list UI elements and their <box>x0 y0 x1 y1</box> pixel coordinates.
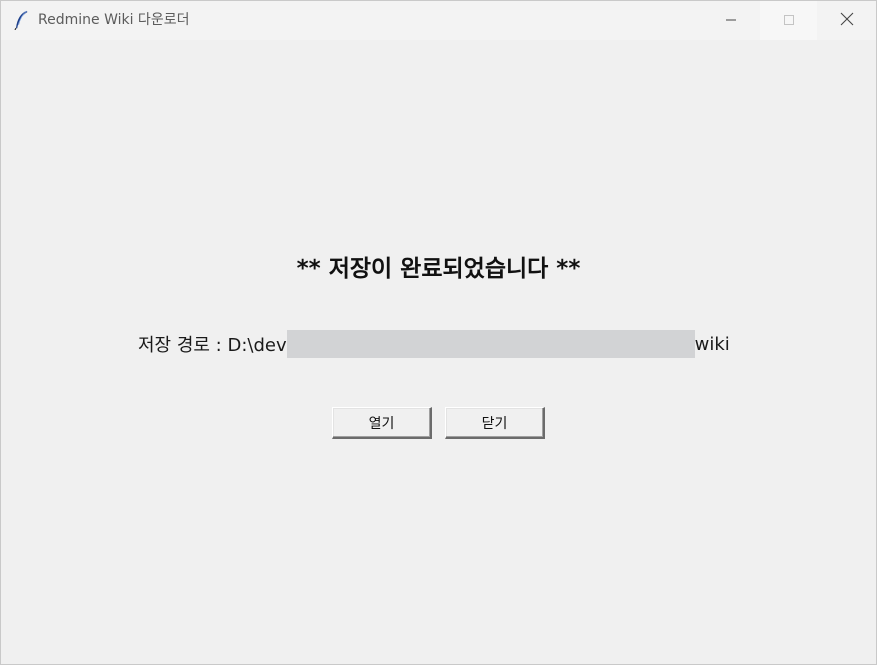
close-window-button[interactable] <box>818 1 875 40</box>
save-path-label: 저장 경로 : D:\dev <box>138 335 287 356</box>
redacted-path-segment <box>286 330 695 358</box>
minimize-button[interactable] <box>702 1 759 40</box>
close-button[interactable]: 닫기 <box>445 407 545 439</box>
maximize-button[interactable] <box>760 1 817 40</box>
window-title: Redmine Wiki 다운로더 <box>38 12 190 28</box>
app-window: Redmine Wiki 다운로더 ** 저장이 완료되었습니다 ** 저장 경… <box>0 0 877 665</box>
maximize-icon <box>783 11 795 30</box>
dialog-body: ** 저장이 완료되었습니다 ** 저장 경로 : D:\dev wiki 열기… <box>1 40 876 664</box>
title-bar[interactable]: Redmine Wiki 다운로더 <box>1 1 876 40</box>
save-path-suffix: wiki <box>694 333 730 355</box>
completion-message: ** 저장이 완료되었습니다 ** <box>296 256 581 282</box>
save-path-row: 저장 경로 : D:\dev wiki <box>138 330 730 358</box>
feather-icon <box>13 10 29 31</box>
minimize-icon <box>725 11 737 30</box>
close-icon <box>840 11 854 30</box>
open-button[interactable]: 열기 <box>332 407 432 439</box>
